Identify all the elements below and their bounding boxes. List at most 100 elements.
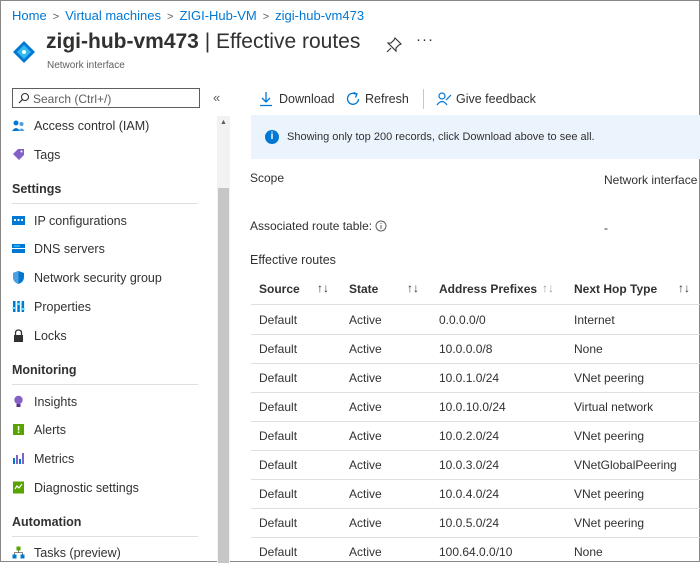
sidebar-item-label: Diagnostic settings <box>34 481 139 495</box>
table-cell: Active <box>349 313 382 327</box>
column-header-address-prefixes[interactable]: Address Prefixes <box>439 282 537 296</box>
refresh-label: Refresh <box>365 92 409 106</box>
scope-value: Network interface <box>604 173 698 187</box>
dns-icon <box>12 244 25 253</box>
column-header-state[interactable]: State <box>349 282 378 296</box>
breadcrumb-vm[interactable]: ZIGI-Hub-VM <box>179 8 256 23</box>
network-interface-icon <box>13 41 35 63</box>
tasks-icon <box>12 546 25 559</box>
refresh-icon <box>346 91 360 105</box>
table-title: Effective routes <box>250 253 336 267</box>
table-cell: Default <box>259 371 298 385</box>
table-cell: Default <box>259 400 298 414</box>
breadcrumb-virtual-machines[interactable]: Virtual machines <box>65 8 161 23</box>
download-icon <box>260 92 272 107</box>
chevron-right-icon: > <box>262 11 270 23</box>
table-cell: 10.0.4.0/24 <box>439 487 500 501</box>
table-cell: 0.0.0.0/0 <box>439 313 486 327</box>
breadcrumb-nic[interactable]: zigi-hub-vm473 <box>275 8 364 23</box>
table-cell: Internet <box>574 313 615 327</box>
page-title: zigi-hub-vm473 | Effective routes <box>46 30 360 54</box>
table-cell: Active <box>349 545 382 559</box>
sidebar-item-label: Locks <box>34 329 67 343</box>
sort-icon[interactable]: ↑↓ <box>407 281 419 295</box>
section-heading-automation: Automation <box>12 515 82 529</box>
table-row-divider <box>251 508 700 509</box>
sidebar-scroll-thumb[interactable] <box>218 188 229 563</box>
pin-icon[interactable] <box>386 37 402 53</box>
download-button[interactable]: Download <box>259 91 335 109</box>
info-banner-text: Showing only top 200 records, click Down… <box>287 131 595 143</box>
table-row-divider <box>251 479 700 480</box>
sidebar-item-label: Access control (IAM) <box>34 119 150 133</box>
resource-name: zigi-hub-vm473 <box>46 30 199 53</box>
info-circle-icon[interactable] <box>375 220 387 232</box>
sidebar-item-label: Network security group <box>34 271 162 285</box>
breadcrumb-home[interactable]: Home <box>12 8 47 23</box>
chevron-right-icon: > <box>167 11 174 23</box>
scroll-up-icon[interactable]: ▲ <box>220 119 227 126</box>
sidebar-item-label: Tasks (preview) <box>34 546 121 560</box>
shield-icon <box>13 271 24 284</box>
table-row-divider <box>251 363 700 364</box>
table-cell: Default <box>259 516 298 530</box>
table-cell: VNet peering <box>574 371 645 385</box>
search-placeholder: Search (Ctrl+/) <box>33 92 112 106</box>
table-cell: Active <box>349 371 382 385</box>
table-cell: Default <box>259 487 298 501</box>
table-cell: VNet peering <box>574 429 645 443</box>
table-cell: Virtual network <box>574 400 654 414</box>
more-options-button[interactable]: ··· <box>416 31 434 48</box>
table-cell: Active <box>349 342 382 356</box>
sidebar-item-label: Insights <box>34 395 78 409</box>
sidebar-item-label: DNS servers <box>34 242 105 256</box>
column-header-next-hop-type[interactable]: Next Hop Type <box>574 282 657 296</box>
alert-icon <box>13 424 24 435</box>
table-cell: 10.0.5.0/24 <box>439 516 500 530</box>
table-cell: Default <box>259 545 298 559</box>
blade-title: | Effective routes <box>204 30 361 53</box>
table-cell: 10.0.3.0/24 <box>439 458 500 472</box>
table-cell: Default <box>259 429 298 443</box>
section-heading-monitoring: Monitoring <box>12 363 77 377</box>
divider <box>12 384 198 385</box>
header-divider <box>251 304 700 305</box>
divider <box>12 536 198 537</box>
collapse-sidebar-button[interactable]: « <box>213 90 220 105</box>
ip-config-icon <box>12 216 25 225</box>
lock-icon <box>14 329 23 342</box>
give-feedback-label: Give feedback <box>456 92 536 106</box>
table-row-divider <box>251 334 700 335</box>
table-row-divider <box>251 537 700 538</box>
table-cell: Active <box>349 487 382 501</box>
sidebar-item-label: IP configurations <box>34 214 127 228</box>
divider <box>12 203 198 204</box>
page-subtitle: Network interface <box>47 60 125 71</box>
table-row-divider <box>251 392 700 393</box>
table-cell: 10.0.10.0/24 <box>439 400 506 414</box>
search-icon <box>18 92 30 104</box>
table-cell: Default <box>259 458 298 472</box>
lightbulb-icon <box>14 395 23 407</box>
table-cell: Active <box>349 400 382 414</box>
route-table-label: Associated route table: <box>250 219 373 233</box>
feedback-icon <box>436 92 452 106</box>
table-row-divider <box>251 421 700 422</box>
refresh-button[interactable]: Refresh <box>345 91 410 109</box>
table-cell: 100.64.0.0/10 <box>439 545 513 559</box>
table-cell: VNet peering <box>574 516 645 530</box>
table-cell: 10.0.1.0/24 <box>439 371 500 385</box>
metrics-icon <box>13 453 24 464</box>
diagnostic-icon <box>13 481 24 494</box>
people-icon <box>12 120 25 131</box>
sort-icon[interactable]: ↑↓ <box>317 281 329 295</box>
breadcrumb: Home > Virtual machines > ZIGI-Hub-VM > zigi-h… <box>12 8 364 23</box>
info-icon: i <box>265 130 279 144</box>
give-feedback-button[interactable]: Give feedback <box>436 91 536 109</box>
route-table-value: - <box>604 221 608 235</box>
table-cell: None <box>574 545 603 559</box>
column-header-source[interactable]: Source <box>259 282 300 296</box>
sort-icon[interactable]: ↑↓ <box>542 281 554 295</box>
sort-icon[interactable]: ↑↓ <box>678 281 690 295</box>
search-input[interactable]: Search (Ctrl+/) <box>12 88 200 108</box>
